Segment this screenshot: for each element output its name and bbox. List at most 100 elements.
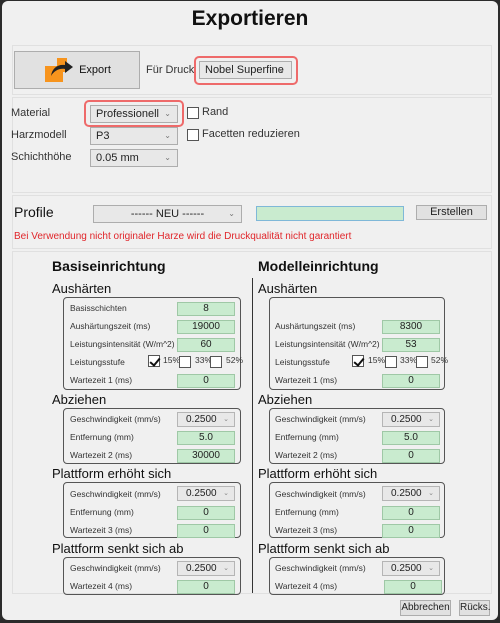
model-wait1-label: Wartezeit 1 (ms) <box>275 375 338 385</box>
base-wait4-label: Wartezeit 4 (ms) <box>70 581 133 591</box>
base-setup-title: Basiseinrichtung <box>52 258 166 274</box>
model-cure-time-label: Aushärtungszeit (ms) <box>275 321 356 331</box>
base-rise-speed-value: 0.2500 <box>186 488 217 499</box>
model-cure-time-input[interactable]: 8300 <box>382 320 440 334</box>
base-peel-speed-select[interactable]: 0.2500 ⌄ <box>177 412 235 427</box>
resin-label: Harzmodell <box>11 129 67 141</box>
model-curing-title: Aushärten <box>258 281 318 296</box>
model-lower-speed-value: 0.2500 <box>391 563 422 574</box>
export-arrow-icon <box>43 56 77 84</box>
model-level-33-checkbox[interactable] <box>385 356 397 368</box>
model-rise-title: Plattform erhöht sich <box>258 466 378 481</box>
chevron-down-icon: ⌄ <box>223 416 229 423</box>
base-wait1-input[interactable]: 0 <box>177 374 235 388</box>
model-peel-distance-label: Entfernung (mm) <box>275 432 339 442</box>
model-level-15-checkbox[interactable] <box>352 355 364 367</box>
rand-label: Rand <box>202 106 229 118</box>
resin-select-value: P3 <box>96 130 110 142</box>
model-level-52-label: 52% <box>431 355 449 365</box>
base-layers-label: Basisschichten <box>70 303 127 313</box>
chevron-down-icon: ⌄ <box>223 490 229 497</box>
profile-select-value: ------ NEU ------ <box>130 208 205 220</box>
model-peel-speed-select[interactable]: 0.2500 ⌄ <box>382 412 440 427</box>
layer-height-select-value: 0.05 mm <box>96 152 139 164</box>
model-rise-distance-input[interactable]: 0 <box>382 506 440 520</box>
base-layers-input[interactable]: 8 <box>177 302 235 316</box>
chevron-down-icon: ⌄ <box>228 209 235 218</box>
chevron-down-icon: ⌄ <box>164 153 171 162</box>
material-label: Material <box>11 107 51 119</box>
column-divider <box>252 278 253 593</box>
create-profile-button[interactable]: Erstellen <box>416 205 487 220</box>
base-rise-distance-input[interactable]: 0 <box>177 506 235 520</box>
model-power-level-label: Leistungsstufe <box>275 357 330 367</box>
chevron-down-icon: ⌄ <box>164 109 171 118</box>
chevron-down-icon: ⌄ <box>428 565 434 572</box>
chevron-down-icon: ⌄ <box>223 565 229 572</box>
printer-select-value: Nobel Superfine <box>205 64 284 76</box>
model-lower-title: Plattform senkt sich ab <box>258 541 390 556</box>
base-cure-time-input[interactable]: 19000 <box>177 320 235 334</box>
export-label: Export <box>79 64 111 76</box>
base-wait1-label: Wartezeit 1 (ms) <box>70 375 133 385</box>
chevron-down-icon: ⌄ <box>428 416 434 423</box>
model-rise-speed-value: 0.2500 <box>391 488 422 499</box>
model-wait3-label: Wartezeit 3 (ms) <box>275 525 338 535</box>
cancel-button[interactable]: Abbrechen <box>400 600 451 616</box>
reset-button[interactable]: Rücks. <box>459 600 491 616</box>
base-wait2-label: Wartezeit 2 (ms) <box>70 450 133 460</box>
model-peel-distance-input[interactable]: 5.0 <box>382 431 440 445</box>
profile-select[interactable]: ------ NEU ------ ⌄ <box>93 205 242 223</box>
model-rise-speed-select[interactable]: 0.2500 ⌄ <box>382 486 440 501</box>
model-intensity-input[interactable]: 53 <box>382 338 440 352</box>
base-lower-speed-select[interactable]: 0.2500 ⌄ <box>177 561 235 576</box>
profile-label: Profile <box>14 204 54 220</box>
base-cure-time-label: Aushärtungszeit (ms) <box>70 321 151 331</box>
model-peel-title: Abziehen <box>258 392 313 407</box>
base-rise-speed-select[interactable]: 0.2500 ⌄ <box>177 486 235 501</box>
dialog-title: Exportieren <box>191 7 309 30</box>
base-curing-title: Aushärten <box>52 281 112 296</box>
base-lower-speed-label: Geschwindigkeit (mm/s) <box>70 563 161 573</box>
base-peel-title: Abziehen <box>52 392 107 407</box>
model-wait2-label: Wartezeit 2 (ms) <box>275 450 338 460</box>
base-intensity-label: Leistungsintensität (W/m^2) <box>70 339 175 349</box>
model-wait4-label: Wartezeit 4 (ms) <box>275 581 338 591</box>
base-wait2-input[interactable]: 30000 <box>177 449 235 463</box>
material-select[interactable]: Professionell ⌄ <box>90 105 178 123</box>
printer-select[interactable]: Nobel Superfine ⌄ <box>199 61 292 79</box>
export-button[interactable]: Export <box>14 51 140 89</box>
layer-height-select[interactable]: 0.05 mm ⌄ <box>90 149 178 167</box>
model-level-52-checkbox[interactable] <box>416 356 428 368</box>
model-lower-speed-label: Geschwindigkeit (mm/s) <box>275 563 366 573</box>
model-rise-distance-label: Entfernung (mm) <box>275 507 339 517</box>
facets-checkbox[interactable] <box>187 129 199 141</box>
rand-checkbox[interactable] <box>187 107 199 119</box>
model-lower-speed-select[interactable]: 0.2500 ⌄ <box>382 561 440 576</box>
profile-name-input[interactable] <box>256 206 404 221</box>
base-wait3-input[interactable]: 0 <box>177 524 235 538</box>
model-peel-speed-value: 0.2500 <box>391 414 422 425</box>
base-level-52-checkbox[interactable] <box>210 356 222 368</box>
base-peel-distance-label: Entfernung (mm) <box>70 432 134 442</box>
model-wait2-input[interactable]: 0 <box>382 449 440 463</box>
resin-select[interactable]: P3 ⌄ <box>90 127 178 145</box>
base-lower-title: Plattform senkt sich ab <box>52 541 184 556</box>
base-level-33-checkbox[interactable] <box>179 356 191 368</box>
model-wait4-input[interactable]: 0 <box>384 580 442 594</box>
base-level-15-checkbox[interactable] <box>148 355 160 367</box>
base-wait4-input[interactable]: 0 <box>177 580 235 594</box>
printer-label: Für Druck <box>146 64 195 76</box>
model-wait1-input[interactable]: 0 <box>382 374 440 388</box>
model-wait3-input[interactable]: 0 <box>382 524 440 538</box>
material-select-value: Professionell <box>96 108 159 120</box>
base-rise-speed-label: Geschwindigkeit (mm/s) <box>70 489 161 499</box>
base-intensity-input[interactable]: 60 <box>177 338 235 352</box>
base-level-15-label: 15% <box>163 355 181 365</box>
base-peel-distance-input[interactable]: 5.0 <box>177 431 235 445</box>
base-lower-speed-value: 0.2500 <box>186 563 217 574</box>
base-rise-title: Plattform erhöht sich <box>52 466 172 481</box>
base-level-52-label: 52% <box>226 355 244 365</box>
base-peel-speed-label: Geschwindigkeit (mm/s) <box>70 414 161 424</box>
model-level-15-label: 15% <box>368 355 386 365</box>
